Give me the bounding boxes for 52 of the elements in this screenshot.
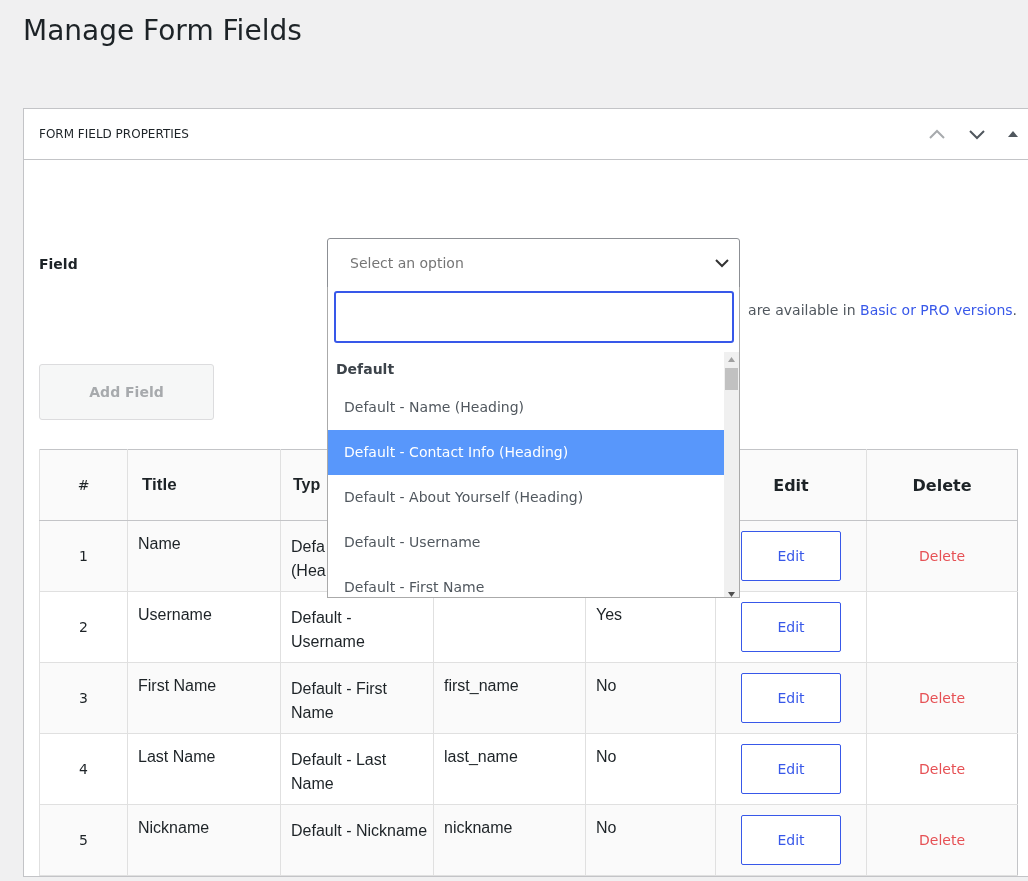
edit-button[interactable]: Edit — [741, 744, 841, 794]
dropdown-option[interactable]: Default - Name (Heading) — [328, 385, 724, 430]
dropdown-option[interactable]: Default - Contact Info (Heading) — [328, 430, 724, 475]
scrollbar-icon[interactable] — [724, 352, 739, 597]
column-header: # — [77, 477, 90, 493]
table-cell: Last Name — [138, 748, 216, 765]
edit-button[interactable]: Edit — [741, 673, 841, 723]
table-cell: 2 — [79, 619, 88, 635]
delete-link[interactable]: Delete — [919, 548, 965, 564]
edit-button[interactable]: Edit — [741, 815, 841, 865]
search-field[interactable] — [334, 291, 734, 343]
table-cell: Default - Username — [291, 609, 365, 650]
panel-title: FORM FIELD PROPERTIES — [39, 127, 189, 141]
table-cell: Username — [138, 606, 212, 623]
table-cell: Yes — [596, 606, 623, 623]
table-cell: Default - Last Name — [291, 751, 387, 792]
table-cell: 3 — [79, 690, 88, 706]
table-cell: nickname — [444, 819, 513, 836]
upgrade-link[interactable]: Basic or PRO versions — [860, 302, 1013, 318]
edit-button[interactable]: Edit — [741, 531, 841, 581]
page-title: Manage Form Fields — [23, 13, 303, 49]
table-cell: last_name — [444, 748, 518, 765]
column-header: Delete — [912, 475, 972, 495]
delete-link[interactable]: Delete — [919, 690, 965, 706]
table-cell: 4 — [79, 761, 88, 777]
option-group-label: Default — [335, 360, 396, 379]
dropdown-option[interactable]: Default - First Name — [328, 565, 724, 597]
column-header: Edit — [773, 475, 809, 495]
table-cell: First Name — [138, 677, 217, 694]
column-header: Typ — [293, 476, 321, 493]
table-cell: Name — [138, 535, 181, 552]
table-cell: No — [596, 748, 617, 765]
dropdown-option[interactable]: Default - About Yourself (Heading) — [328, 475, 724, 520]
table-cell: No — [596, 819, 617, 836]
table-cell: Default - First Name — [291, 680, 387, 721]
triangle-up-icon[interactable] — [1008, 131, 1018, 137]
select-field[interactable]: Select an option — [327, 238, 740, 288]
table-cell: Nickname — [138, 819, 210, 836]
column-header: Title — [142, 475, 177, 494]
edit-button[interactable]: Edit — [741, 602, 841, 652]
delete-link[interactable]: Delete — [919, 761, 965, 777]
table-cell: first_name — [444, 677, 519, 694]
table-cell: No — [596, 677, 617, 694]
table-cell: 5 — [79, 832, 88, 848]
table-cell: Defa (Hea — [291, 538, 326, 579]
delete-link[interactable]: Delete — [919, 832, 965, 848]
field-label: Field — [39, 255, 79, 272]
chevron-down-icon[interactable] — [968, 128, 986, 140]
chevron-down-icon[interactable] — [715, 258, 729, 268]
table-cell: Default - Nickname — [291, 822, 428, 839]
dropdown-option[interactable]: Default - Username — [328, 520, 724, 565]
table-cell: 1 — [79, 548, 88, 564]
